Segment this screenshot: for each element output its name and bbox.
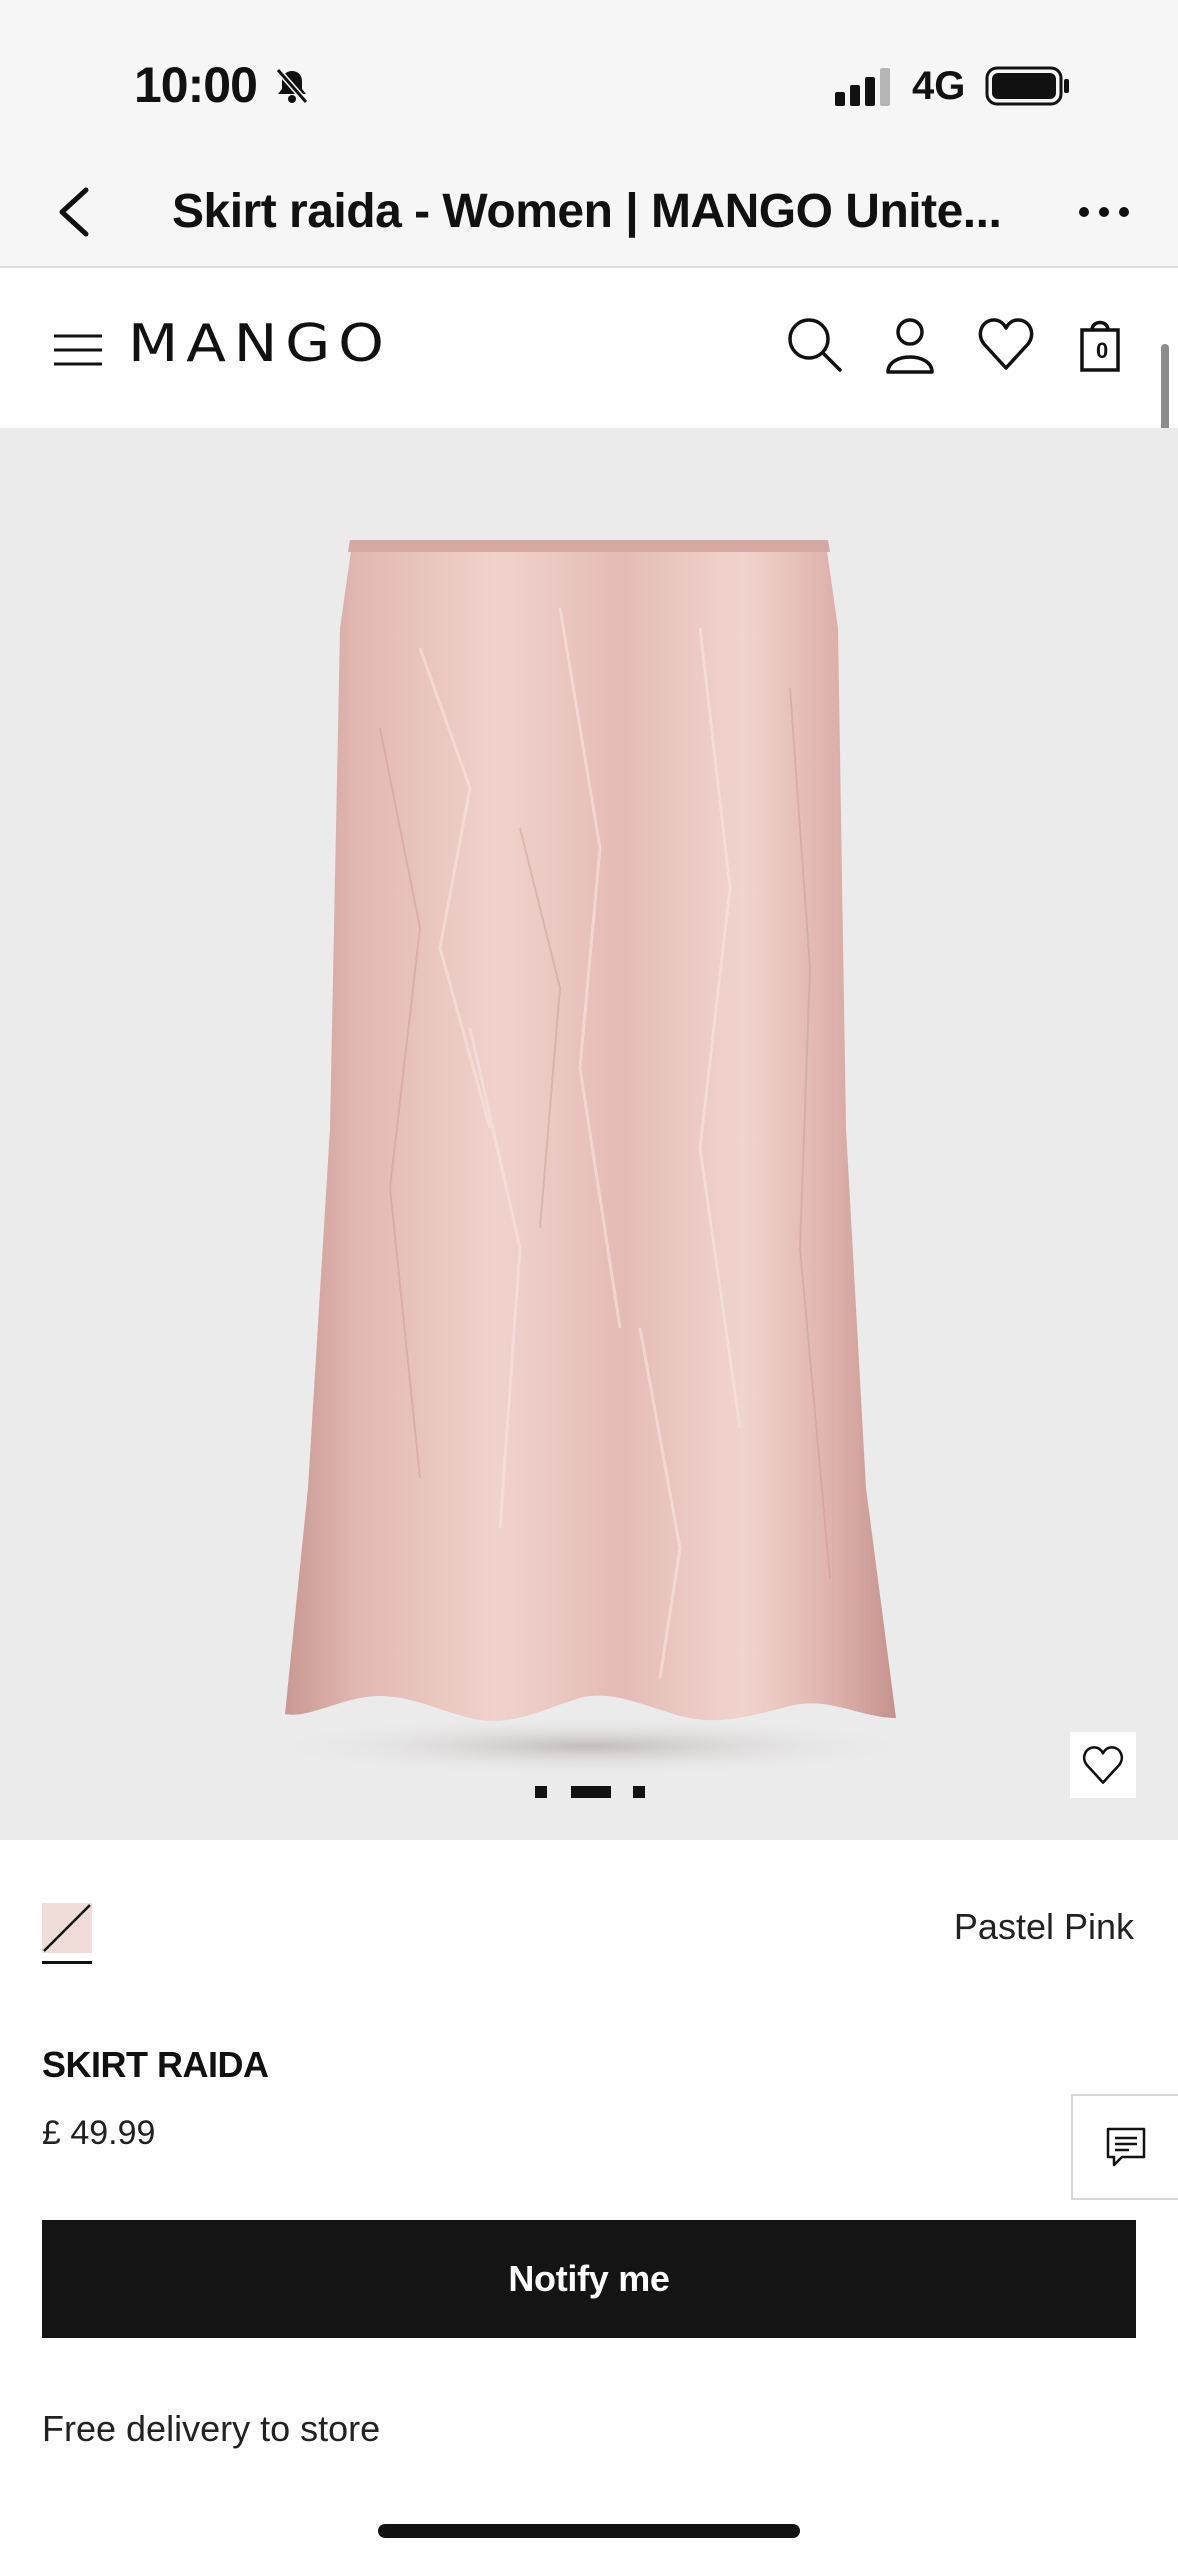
back-icon[interactable] <box>52 182 96 242</box>
product-price: £ 49.99 <box>42 2114 156 2152</box>
color-swatch[interactable] <box>42 1903 92 1965</box>
page-title: Skirt raida - Women | MANGO Unite... <box>172 185 1002 238</box>
heart-icon <box>1083 1746 1123 1784</box>
gallery-pagination <box>535 1786 645 1800</box>
product-image-gallery[interactable] <box>0 428 1178 1840</box>
chat-icon <box>1106 2127 1145 2167</box>
status-bar: 10:00 4G <box>0 0 1178 160</box>
add-to-wishlist-button[interactable] <box>1070 1732 1136 1798</box>
cart-count: 0 <box>1096 338 1109 363</box>
product-name: SKIRT RAIDA <box>42 2044 269 2085</box>
account-icon[interactable] <box>880 314 940 374</box>
delivery-info: Free delivery to store <box>42 2408 381 2449</box>
notify-me-button[interactable]: Notify me <box>42 2220 1136 2338</box>
skirt-image <box>260 540 920 1776</box>
status-time: 10:00 <box>134 57 258 113</box>
menu-icon[interactable] <box>52 330 104 370</box>
bell-slash-icon <box>275 68 309 104</box>
gallery-dot[interactable] <box>535 1786 547 1798</box>
network-type: 4G <box>912 64 966 108</box>
brand-logo[interactable]: MANGO <box>128 314 392 374</box>
wishlist-icon[interactable] <box>976 314 1036 374</box>
home-indicator[interactable] <box>378 2524 800 2538</box>
site-header: MANGO 0 <box>0 270 1178 426</box>
signal-icon <box>835 68 890 106</box>
gallery-dot-active[interactable] <box>571 1786 611 1798</box>
swatch-selected-underline <box>42 1961 92 1964</box>
battery-icon <box>985 66 1069 106</box>
color-name: Pastel Pink <box>953 1906 1134 1947</box>
color-swatch-fill <box>42 1903 92 1953</box>
unavailable-slash-icon <box>43 1904 91 1952</box>
bag-icon[interactable]: 0 <box>1074 314 1134 374</box>
gallery-dot[interactable] <box>633 1786 645 1798</box>
chat-button[interactable] <box>1071 2094 1178 2200</box>
browser-bar: Skirt raida - Women | MANGO Unite... <box>0 160 1178 268</box>
search-icon[interactable] <box>784 314 844 374</box>
more-icon[interactable] <box>1076 200 1132 224</box>
